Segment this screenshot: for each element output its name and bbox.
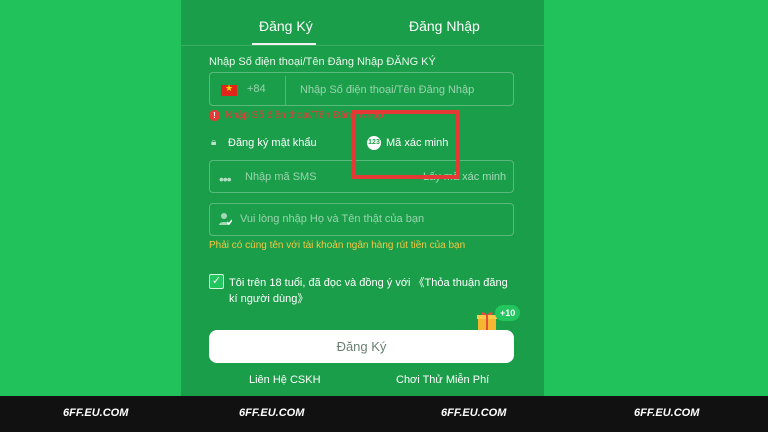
agree-checkbox[interactable]: ✓ — [209, 274, 224, 289]
field-divider — [285, 76, 286, 105]
option-password-register[interactable]: Đăng ký mật khẩu — [228, 137, 317, 149]
lock-icon: 🔒︎ — [211, 137, 217, 148]
phone-input[interactable]: Nhập Số điện thoại/Tên Đăng Nhập — [300, 84, 474, 96]
tab-register[interactable]: Đăng Ký — [259, 18, 313, 34]
annotation-highlight-box — [352, 110, 460, 179]
free-trial-link[interactable]: Chơi Thử Miễn Phí — [396, 374, 489, 386]
contact-support-link[interactable]: Liên Hệ CSKH — [249, 374, 321, 386]
agree-terms-text[interactable]: Tôi trên 18 tuổi, đã đọc và đồng ý với 《… — [229, 275, 514, 307]
watermark-text: 6FF.EU.COM — [441, 407, 507, 419]
bonus-badge: +10 — [495, 305, 521, 321]
sms-code-input[interactable]: Nhập mã SMS — [245, 171, 317, 183]
user-check-icon — [219, 213, 232, 226]
fullname-input[interactable]: Vui lòng nhập Họ và Tên thật của bạn — [240, 213, 424, 225]
tab-login[interactable]: Đăng Nhập — [409, 18, 480, 34]
tab-divider — [181, 45, 544, 46]
watermark-text: 6FF.EU.COM — [63, 407, 129, 419]
watermark-text: 6FF.EU.COM — [634, 407, 700, 419]
error-icon: ! — [209, 110, 220, 121]
fullname-warning: Phải có cùng tên với tài khoản ngân hàng… — [209, 240, 466, 251]
message-icon: ••• — [219, 171, 232, 187]
country-code-selector[interactable]: +84 — [247, 83, 266, 95]
register-submit-button[interactable]: Đăng Ký — [209, 330, 514, 363]
section-label: Nhập Số điện thoại/Tên Đăng Nhập ĐĂNG KÝ — [209, 56, 436, 68]
vietnam-flag-icon — [221, 83, 237, 96]
watermark-text: 6FF.EU.COM — [239, 407, 305, 419]
